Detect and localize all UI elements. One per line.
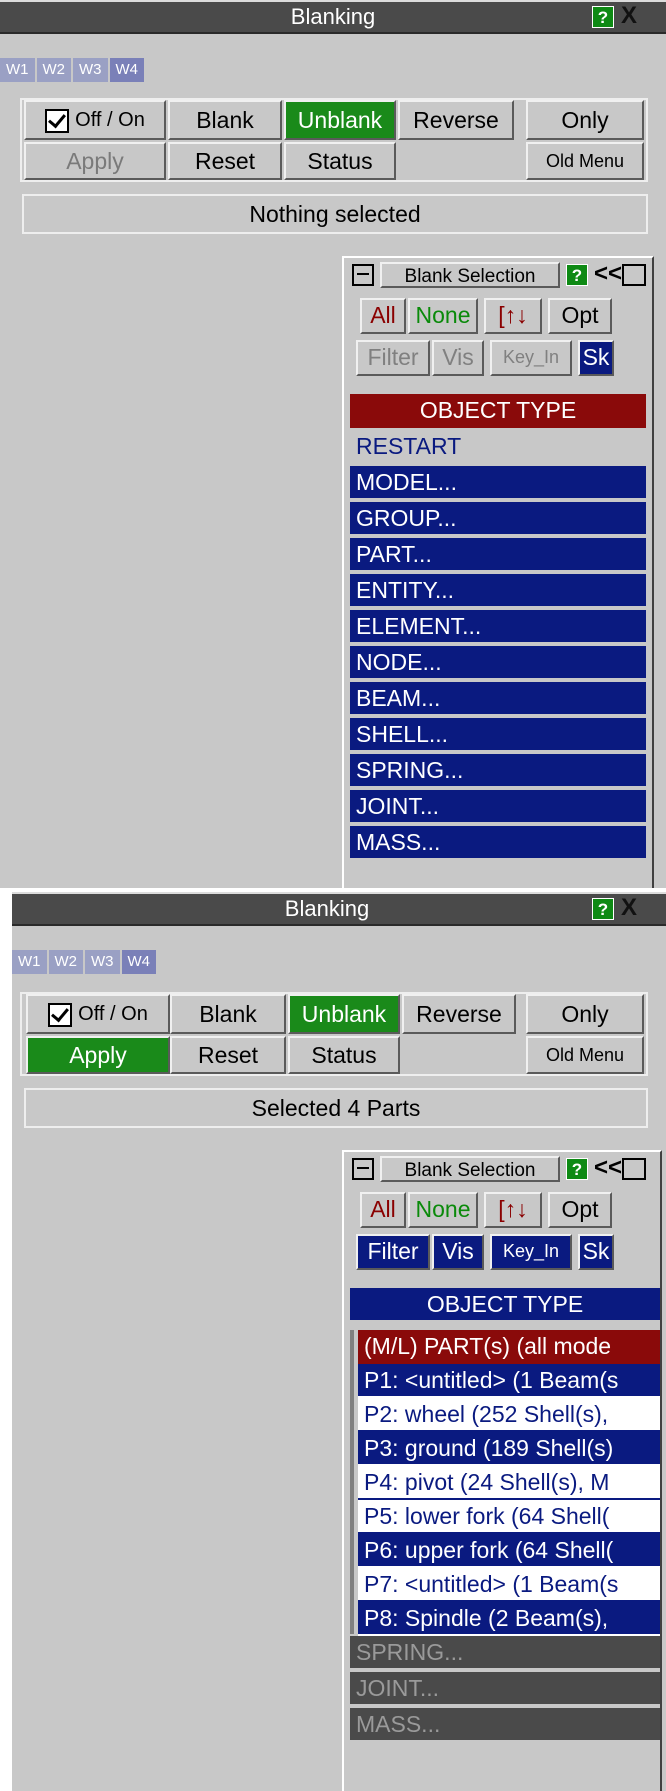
- maximize-icon[interactable]: [622, 1158, 646, 1180]
- blank-selection-panel: Blank Selection ? << All None [↑↓ Opt Fi…: [342, 1150, 662, 1791]
- status-button[interactable]: Status: [288, 1036, 400, 1074]
- window-tabs: W1 W2 W3 W4: [0, 58, 146, 84]
- close-icon[interactable]: X: [621, 896, 637, 920]
- help-icon[interactable]: ?: [566, 264, 588, 286]
- off-on-toggle[interactable]: Off / On: [26, 994, 170, 1034]
- sketch-button[interactable]: Sk: [578, 1234, 614, 1270]
- list-item-node[interactable]: NODE...: [350, 646, 646, 680]
- only-button[interactable]: Only: [526, 100, 644, 140]
- blank-button[interactable]: Blank: [170, 994, 286, 1034]
- list-item-joint[interactable]: JOINT...: [350, 1672, 660, 1706]
- sketch-button[interactable]: Sk: [578, 340, 614, 376]
- list-item-restart[interactable]: RESTART: [350, 430, 646, 464]
- list-item-joint[interactable]: JOINT...: [350, 790, 646, 824]
- help-icon[interactable]: ?: [592, 6, 614, 28]
- title-bar[interactable]: Blanking: [0, 0, 666, 34]
- selection-title[interactable]: Blank Selection: [380, 262, 560, 288]
- maximize-icon[interactable]: [622, 264, 646, 286]
- list-item-mass[interactable]: MASS...: [350, 826, 646, 860]
- flip-button[interactable]: [↑↓: [484, 298, 542, 334]
- status-message: Nothing selected: [22, 194, 648, 234]
- key-in-button[interactable]: Key_In: [490, 340, 572, 376]
- old-menu-button[interactable]: Old Menu: [526, 142, 644, 180]
- flip-button[interactable]: [↑↓: [484, 1192, 542, 1228]
- tab-w1[interactable]: W1: [12, 950, 49, 974]
- selection-header: Blank Selection ? <<: [344, 1152, 660, 1186]
- list-item-part[interactable]: PART...: [350, 538, 646, 572]
- blanking-panel-bottom: Blanking ? X W1 W2 W3 W4 Off / On Blank …: [12, 892, 666, 1791]
- part-row-p1[interactable]: P1: <untitled> (1 Beam(s: [358, 1364, 660, 1398]
- title-bar[interactable]: Blanking: [12, 892, 666, 926]
- reset-button[interactable]: Reset: [170, 1036, 286, 1074]
- old-menu-button[interactable]: Old Menu: [526, 1036, 644, 1074]
- list-item-element[interactable]: ELEMENT...: [350, 610, 646, 644]
- vis-button[interactable]: Vis: [432, 340, 484, 376]
- window-tabs: W1 W2 W3 W4: [12, 950, 158, 976]
- part-row-p2[interactable]: P2: wheel (252 Shell(s),: [358, 1398, 660, 1432]
- reverse-button[interactable]: Reverse: [402, 994, 516, 1034]
- checkbox-icon: [48, 1002, 73, 1027]
- off-on-toggle[interactable]: Off / On: [24, 100, 166, 140]
- blank-button[interactable]: Blank: [168, 100, 282, 140]
- checkbox-icon: [45, 108, 70, 133]
- tab-w3[interactable]: W3: [85, 950, 122, 974]
- part-row-p6[interactable]: P6: upper fork (64 Shell(: [358, 1534, 660, 1568]
- tab-w1[interactable]: W1: [0, 58, 37, 82]
- opt-button[interactable]: Opt: [548, 1192, 612, 1228]
- tab-w4[interactable]: W4: [109, 58, 146, 82]
- part-row-p5[interactable]: P5: lower fork (64 Shell(: [358, 1500, 660, 1534]
- list-item-model[interactable]: MODEL...: [350, 466, 646, 500]
- list-item-spring[interactable]: SPRING...: [350, 1636, 660, 1670]
- help-icon[interactable]: ?: [592, 898, 614, 920]
- tab-w2[interactable]: W2: [36, 58, 73, 82]
- opt-button[interactable]: Opt: [548, 298, 612, 334]
- only-button[interactable]: Only: [526, 994, 644, 1034]
- list-item-mass[interactable]: MASS...: [350, 1708, 660, 1742]
- part-row-p8[interactable]: P8: Spindle (2 Beam(s),: [358, 1602, 660, 1636]
- part-row-p4[interactable]: P4: pivot (24 Shell(s), M: [358, 1466, 660, 1500]
- none-button[interactable]: None: [408, 298, 478, 334]
- list-item-group[interactable]: GROUP...: [350, 502, 646, 536]
- collapse-icon[interactable]: <<: [594, 1156, 622, 1180]
- object-type-header: OBJECT TYPE: [350, 394, 646, 428]
- window-title: Blanking: [284, 896, 370, 921]
- selection-header: Blank Selection ? <<: [344, 258, 652, 292]
- blanking-panel-top: Blanking ? X W1 W2 W3 W4 Off / On Blank …: [0, 0, 666, 888]
- unblank-button[interactable]: Unblank: [284, 100, 396, 140]
- key-in-button[interactable]: Key_In: [490, 1234, 572, 1270]
- reverse-button[interactable]: Reverse: [398, 100, 514, 140]
- tab-w3[interactable]: W3: [73, 58, 110, 82]
- tab-w2[interactable]: W2: [48, 950, 85, 974]
- apply-button[interactable]: Apply: [26, 1036, 170, 1074]
- list-item-entity[interactable]: ENTITY...: [350, 574, 646, 608]
- minimize-icon[interactable]: [352, 1158, 374, 1180]
- part-row-p3[interactable]: P3: ground (189 Shell(s): [358, 1432, 660, 1466]
- help-icon[interactable]: ?: [566, 1158, 588, 1180]
- status-button[interactable]: Status: [284, 142, 396, 180]
- list-item-beam[interactable]: BEAM...: [350, 682, 646, 716]
- part-list: (M/L) PART(s) (all mode P1: <untitled> (…: [350, 1330, 660, 1636]
- part-row-p7[interactable]: P7: <untitled> (1 Beam(s: [358, 1568, 660, 1602]
- all-button[interactable]: All: [360, 1192, 406, 1228]
- part-list-header: (M/L) PART(s) (all mode: [358, 1330, 660, 1364]
- close-icon[interactable]: X: [621, 4, 637, 28]
- unblank-button[interactable]: Unblank: [288, 994, 400, 1034]
- blank-selection-panel: Blank Selection ? << All None [↑↓ Opt Fi…: [342, 256, 654, 888]
- minimize-icon[interactable]: [352, 264, 374, 286]
- list-item-shell[interactable]: SHELL...: [350, 718, 646, 752]
- collapse-icon[interactable]: <<: [594, 262, 622, 286]
- status-message: Selected 4 Parts: [24, 1088, 648, 1128]
- selection-title[interactable]: Blank Selection: [380, 1156, 560, 1182]
- all-button[interactable]: All: [360, 298, 406, 334]
- list-item-spring[interactable]: SPRING...: [350, 754, 646, 788]
- filter-button[interactable]: Filter: [356, 1234, 430, 1270]
- object-type-header: OBJECT TYPE: [350, 1288, 660, 1322]
- filter-button[interactable]: Filter: [356, 340, 430, 376]
- reset-button[interactable]: Reset: [168, 142, 282, 180]
- apply-button[interactable]: Apply: [24, 142, 166, 180]
- window-title: Blanking: [290, 4, 376, 29]
- tab-w4[interactable]: W4: [121, 950, 158, 974]
- none-button[interactable]: None: [408, 1192, 478, 1228]
- vis-button[interactable]: Vis: [432, 1234, 484, 1270]
